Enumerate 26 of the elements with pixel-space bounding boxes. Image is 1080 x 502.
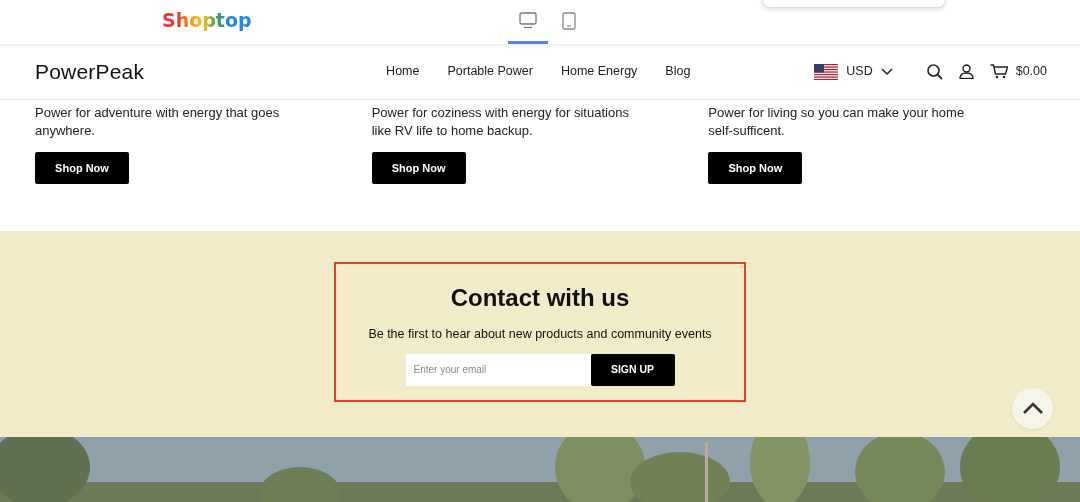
flag-icon[interactable]	[814, 63, 839, 80]
section-title: Contact with us	[449, 284, 631, 313]
cart-icon[interactable]	[989, 64, 1008, 79]
email-field[interactable]: Enter your email	[405, 353, 591, 386]
tablet-icon	[562, 11, 576, 30]
nav-link[interactable]: Blog	[665, 62, 691, 81]
brand-name[interactable]: PowerPeak	[35, 55, 145, 88]
collection-description: Power for coziness with energy for situations like RV life to home backup.	[371, 104, 630, 140]
monitor-icon	[519, 12, 537, 29]
scroll-to-top-button[interactable]	[1012, 388, 1053, 429]
nav-link[interactable]: Home Energy	[560, 62, 638, 81]
shop-now-button[interactable]: Shop Now	[371, 152, 466, 184]
collection-description: Power for adventure with energy that goes anywhere.	[35, 104, 281, 140]
cart-total[interactable]: $0.00	[1015, 62, 1047, 81]
nav-link[interactable]: Portable Power	[447, 62, 533, 81]
chevron-up-icon	[1021, 402, 1044, 415]
currency-label[interactable]: USD	[846, 62, 873, 81]
collection-description: Power for living so you can make your home self-sufficent.	[708, 104, 966, 140]
shop-now-button[interactable]: Shop Now	[35, 152, 129, 184]
chevron-down-icon[interactable]	[880, 67, 893, 76]
search-icon[interactable]	[926, 63, 943, 80]
shop-now-button[interactable]: Shop Now	[708, 152, 803, 184]
section-subtitle: Be the first to hear about new products and community events	[367, 325, 713, 343]
user-icon[interactable]	[958, 64, 974, 79]
nav-link[interactable]: Home	[386, 62, 420, 81]
sign-up-button[interactable]: SIGN UP	[590, 353, 675, 386]
